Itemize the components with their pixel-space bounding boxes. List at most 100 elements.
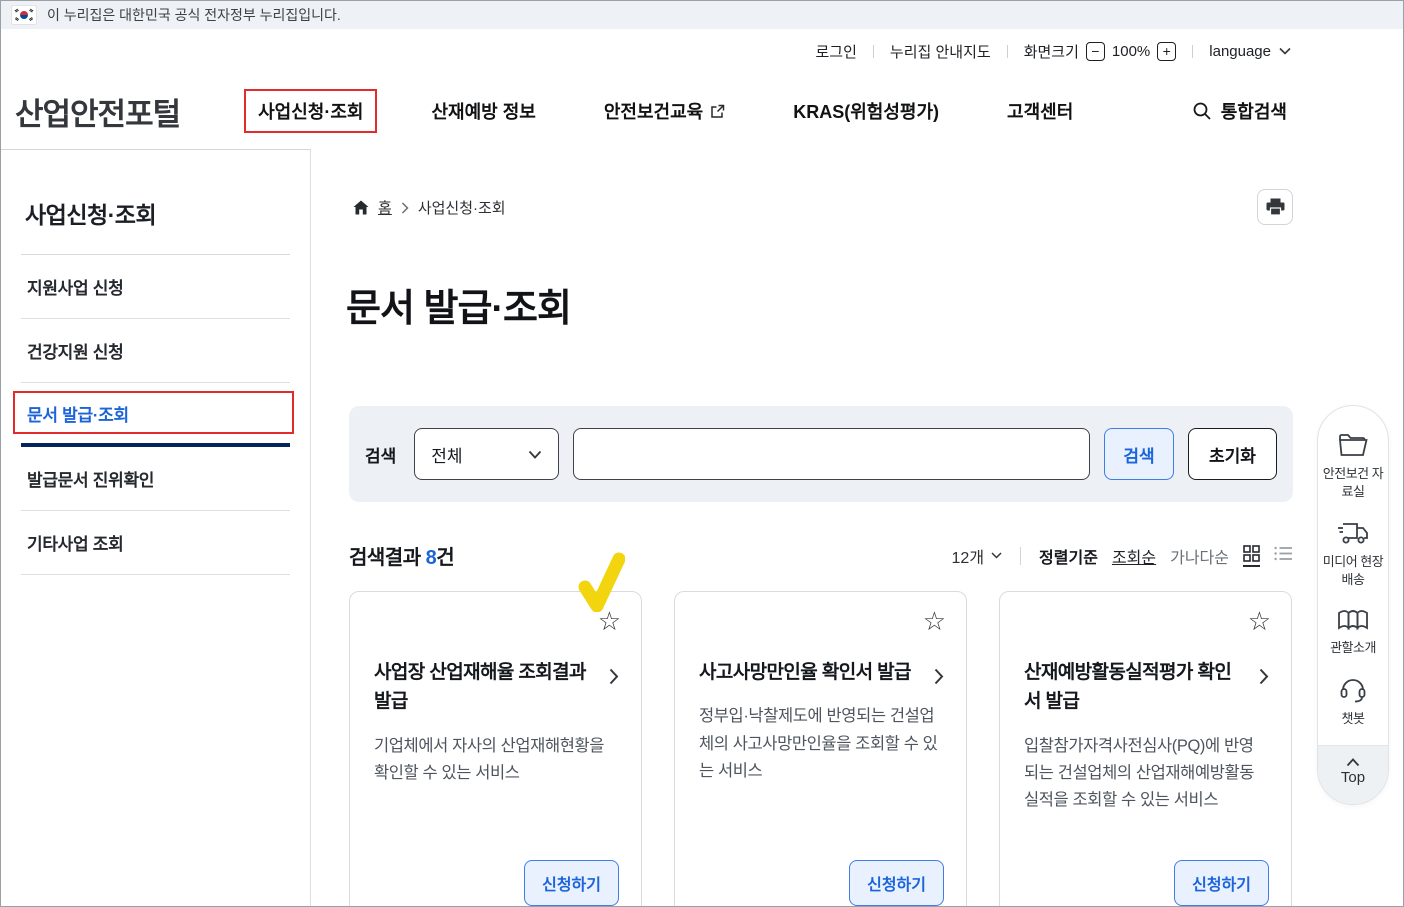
apply-button[interactable]: 신청하기 [849, 860, 944, 906]
breadcrumb: 홈 사업신청·조회 [353, 197, 506, 218]
card-title[interactable]: 사고사망만인율 확인서 발급 [699, 658, 942, 687]
results-count-value: 8 [426, 547, 437, 569]
per-page-select[interactable]: 12개 [952, 544, 1003, 568]
nav-item-accident-prevention[interactable]: 산재예방 정보 [417, 89, 549, 133]
language-menu[interactable]: language [1209, 43, 1291, 60]
quickmenu-item-media-delivery[interactable]: 미디어 현장배송 [1322, 520, 1384, 588]
left-sidebar: 사업신청·조회 지원사업 신청 건강지원 신청 문서 발급·조회 발급문서 진위… [1, 149, 311, 907]
per-page-value: 12개 [952, 544, 985, 568]
chevron-down-icon [1279, 47, 1291, 55]
chevron-right-icon [1259, 668, 1269, 685]
sidebar-menu: 지원사업 신청 건강지원 신청 문서 발급·조회 발급문서 진위확인 기타사업 … [21, 254, 290, 575]
search-panel: 검색 전체 검색 초기화 [349, 406, 1293, 502]
nav-item-label: 안전보건교육 [604, 98, 703, 124]
sidebar-item-document-issue[interactable]: 문서 발급·조회 [21, 383, 290, 447]
quick-menu: 안전보건 자료실 미디어 현장배송 [1317, 405, 1389, 805]
chevron-right-icon [401, 202, 409, 214]
results-controls: 12개 정렬기준 조회순 가나다순 [952, 544, 1293, 568]
nav-item-kras[interactable]: KRAS(위험성평가) [779, 89, 953, 133]
sidebar-item-health-support[interactable]: 건강지원 신청 [21, 319, 290, 383]
main-header: 산업안전포털 사업신청·조회 산재예방 정보 안전보건교육 KRAS(위험성평가… [1, 73, 1403, 149]
star-icon[interactable]: ☆ [1248, 608, 1271, 634]
nav-item-label: 고객센터 [1007, 98, 1073, 124]
search-filter-select[interactable]: 전체 [414, 428, 559, 480]
chevron-right-icon [609, 668, 619, 685]
zoom-level-value: 100% [1112, 43, 1150, 60]
login-link[interactable]: 로그인 [816, 41, 857, 62]
scroll-top-button[interactable]: Top [1318, 745, 1388, 804]
quickmenu-item-safety-library[interactable]: 안전보건 자료실 [1322, 432, 1384, 500]
apply-button[interactable]: 신청하기 [1174, 860, 1269, 906]
list-view-icon[interactable] [1274, 546, 1293, 566]
card-description: 입찰참가자격사전심사(PQ)에 반영되는 건설업체의 산업재해예방활동 실적을 … [1024, 733, 1267, 815]
language-label: language [1209, 43, 1271, 60]
sidebar-item-label: 지원사업 신청 [27, 274, 123, 299]
chevron-down-icon [991, 552, 1002, 559]
sitemap-link[interactable]: 누리집 안내지도 [890, 41, 991, 62]
divider [1007, 45, 1008, 58]
search-filter-value: 전체 [431, 442, 462, 467]
card-prevention-activity-certificate[interactable]: ☆ 산재예방활동실적평가 확인서 발급 입찰참가자격사전심사(PQ)에 반영되는… [999, 591, 1292, 907]
chevron-right-icon [934, 668, 944, 685]
card-description: 정부입·낙찰제도에 반영되는 건설업체의 사고사망만인율을 조회할 수 있는 서… [699, 703, 942, 785]
sidebar-item-label: 건강지원 신청 [27, 338, 123, 363]
page-title: 문서 발급·조회 [346, 277, 571, 332]
home-icon[interactable] [353, 200, 369, 215]
divider [1192, 45, 1193, 58]
divider [873, 45, 874, 58]
sidebar-title: 사업신청·조회 [25, 196, 290, 230]
nav-item-label: KRAS(위험성평가) [793, 98, 939, 124]
sort-label: 정렬기준 [1039, 544, 1098, 568]
sidebar-item-label: 문서 발급·조회 [27, 401, 129, 426]
reset-button[interactable]: 초기화 [1188, 428, 1277, 480]
global-search-button[interactable]: 통합검색 [1192, 98, 1287, 124]
sidebar-item-other-business[interactable]: 기타사업 조회 [21, 511, 290, 575]
star-icon[interactable]: ☆ [923, 608, 946, 634]
results-count: 검색결과 8건 [349, 541, 454, 570]
nav-item-customer-center[interactable]: 고객센터 [993, 89, 1087, 133]
card-title[interactable]: 사업장 산업재해율 조회결과 발급 [374, 658, 617, 717]
breadcrumb-current[interactable]: 사업신청·조회 [418, 197, 506, 218]
utility-bar: 로그인 누리집 안내지도 화면크기 − 100% + language [1, 29, 1403, 73]
quickmenu-label: 관할소개 [1330, 639, 1376, 657]
book-icon [1337, 608, 1369, 632]
printer-icon [1266, 198, 1285, 216]
nav-item-safety-education[interactable]: 안전보건교육 [590, 89, 739, 133]
star-icon[interactable]: ☆ [598, 608, 621, 634]
external-link-icon [710, 104, 725, 119]
nav-item-business-apply[interactable]: 사업신청·조회 [244, 89, 377, 133]
search-input[interactable] [573, 428, 1090, 480]
screenshot-frame: 이 누리집은 대한민국 공식 전자정부 누리집입니다. 로그인 누리집 안내지도… [0, 0, 1404, 907]
zoom-out-button[interactable]: − [1086, 42, 1105, 61]
quickmenu-item-chatbot[interactable]: 챗봇 [1339, 677, 1367, 728]
zoom-in-button[interactable]: + [1157, 42, 1176, 61]
sort-by-views[interactable]: 조회순 [1112, 544, 1156, 568]
results-count-label: 검색결과 [349, 547, 421, 569]
print-button[interactable] [1257, 189, 1293, 225]
nav-item-label: 사업신청·조회 [258, 98, 363, 124]
card-industrial-accident-rate[interactable]: ☆ 사업장 산업재해율 조회결과 발급 기업체에서 자사의 산업재해현황을 확인… [349, 591, 642, 907]
sidebar-item-support-apply[interactable]: 지원사업 신청 [21, 255, 290, 319]
nav-item-label: 산재예방 정보 [431, 98, 535, 124]
gov-banner: 이 누리집은 대한민국 공식 전자정부 누리집입니다. [1, 1, 1403, 29]
divider [1020, 547, 1021, 565]
folder-icon [1338, 432, 1368, 458]
card-title[interactable]: 산재예방활동실적평가 확인서 발급 [1024, 658, 1267, 717]
site-logo[interactable]: 산업안전포털 [15, 89, 180, 134]
results-bar: 검색결과 8건 12개 정렬기준 조회순 가나다순 [349, 541, 1293, 570]
truck-icon [1337, 520, 1369, 546]
search-panel-label: 검색 [365, 442, 396, 467]
quickmenu-label: 안전보건 자료실 [1322, 465, 1384, 500]
grid-view-icon[interactable] [1243, 545, 1260, 567]
quickmenu-item-jurisdiction[interactable]: 관할소개 [1330, 608, 1376, 657]
sidebar-item-document-verify[interactable]: 발급문서 진위확인 [21, 447, 290, 511]
card-fatality-rate-certificate[interactable]: ☆ 사고사망만인율 확인서 발급 정부입·낙찰제도에 반영되는 건설업체의 사고… [674, 591, 967, 907]
breadcrumb-home[interactable]: 홈 [378, 197, 392, 218]
quickmenu-label: 챗봇 [1342, 710, 1365, 728]
screen-size-control: 화면크기 − 100% + [1024, 41, 1177, 62]
sort-by-alpha[interactable]: 가나다순 [1170, 544, 1229, 568]
main-content: 홈 사업신청·조회 문서 발급·조회 검색 [311, 149, 1403, 907]
apply-button[interactable]: 신청하기 [524, 860, 619, 906]
sidebar-item-label: 기타사업 조회 [27, 530, 123, 555]
search-button[interactable]: 검색 [1104, 428, 1174, 480]
